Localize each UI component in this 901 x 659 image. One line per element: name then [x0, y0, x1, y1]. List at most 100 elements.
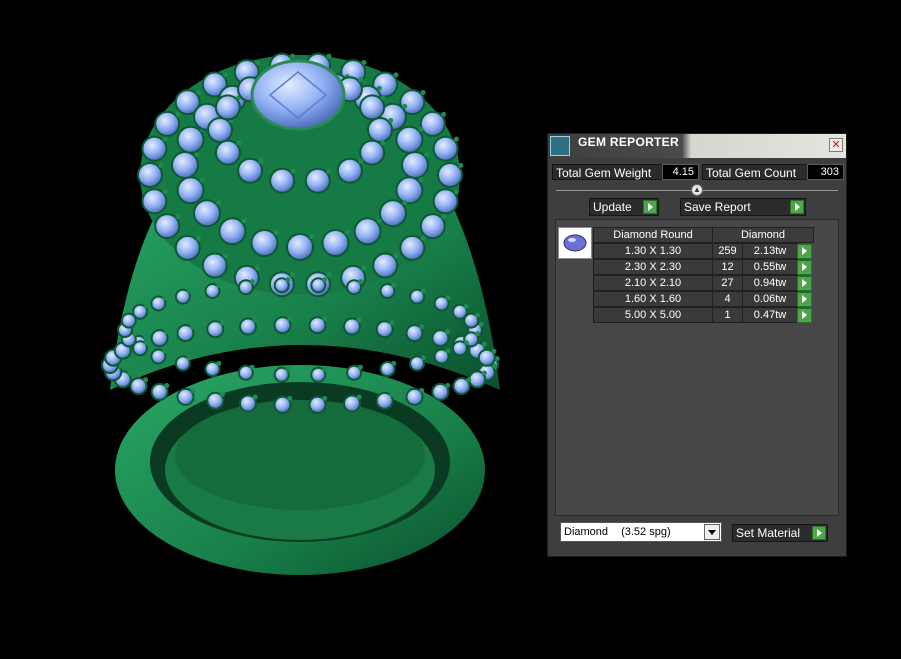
round-gem-icon[interactable]: [558, 227, 592, 259]
arrow-right-icon[interactable]: [797, 292, 812, 307]
pave-gem: [176, 125, 205, 154]
prong: [186, 355, 192, 361]
ring-render: [101, 52, 500, 575]
prong: [164, 383, 170, 388]
save-report-button[interactable]: Save Report: [680, 198, 806, 216]
gem-size-cell: 2.10 X 2.10: [593, 275, 713, 291]
material-select-name: Diamond: [564, 526, 609, 538]
prong: [162, 189, 168, 195]
pave-gem: [359, 139, 386, 166]
gem-count-cell: 1: [712, 307, 743, 323]
pave-gem: [372, 252, 399, 279]
prong: [255, 265, 261, 271]
close-icon[interactable]: ✕: [829, 138, 843, 152]
pave-gem: [176, 176, 205, 205]
prong: [290, 53, 296, 59]
pave-gem: [218, 217, 247, 246]
pave-gem: [359, 94, 386, 121]
prong: [418, 126, 424, 132]
prong: [287, 395, 293, 401]
prong: [402, 103, 408, 109]
gem-weight-cell: 0.94tw: [742, 275, 798, 291]
prong: [361, 265, 367, 271]
prong: [356, 317, 362, 323]
prong: [175, 214, 181, 219]
prong: [252, 317, 258, 323]
prong: [143, 340, 149, 346]
prong: [322, 395, 328, 401]
arrow-right-icon[interactable]: [797, 244, 812, 259]
prong: [158, 162, 164, 168]
pave-gem: [304, 167, 331, 194]
arrow-right-icon[interactable]: [797, 260, 812, 275]
arrow-right-icon[interactable]: [797, 308, 812, 323]
prong: [162, 295, 168, 301]
prong: [458, 162, 464, 168]
prong: [418, 177, 424, 183]
header-material: Diamond: [712, 227, 814, 243]
material-select[interactable]: Diamond (3.52 spg): [560, 522, 722, 542]
prong: [252, 394, 258, 400]
prong: [143, 335, 149, 340]
prong: [220, 320, 225, 326]
chevron-down-icon[interactable]: [704, 524, 720, 540]
prong: [186, 288, 192, 294]
prong: [380, 95, 386, 101]
set-material-button[interactable]: Set Material: [732, 524, 828, 542]
prong: [326, 53, 332, 59]
prong: [420, 355, 426, 361]
prong: [361, 60, 367, 65]
prong: [419, 324, 425, 330]
ring-3d-viewport[interactable]: [0, 0, 540, 659]
prong: [236, 140, 242, 146]
pave-gem: [154, 213, 181, 240]
gem-weight-cell: 2.13tw: [742, 243, 798, 259]
prong: [241, 218, 247, 224]
prong: [420, 288, 426, 294]
prong: [326, 272, 332, 278]
prong: [223, 253, 229, 259]
pave-gem: [154, 110, 181, 137]
gem-count-cell: 12: [712, 259, 743, 275]
pave-gem: [395, 176, 424, 205]
slider-knob-icon[interactable]: ▲: [691, 184, 703, 196]
prong: [420, 235, 426, 241]
update-button-label: Update: [593, 200, 632, 214]
prong: [356, 394, 362, 400]
gem-reporter-panel: GEM REPORTER ✕ Total Gem Weight 4.15 Tot…: [547, 133, 847, 557]
prong: [258, 158, 264, 164]
prong: [223, 72, 229, 78]
arrow-right-icon: [790, 200, 804, 214]
prong: [127, 370, 133, 376]
prong: [388, 117, 394, 123]
prong: [162, 136, 168, 142]
prong: [287, 316, 293, 322]
prong: [285, 366, 291, 372]
arrow-right-icon[interactable]: [797, 276, 812, 291]
prong: [216, 282, 222, 288]
update-button[interactable]: Update: [589, 198, 659, 216]
prong: [196, 90, 201, 95]
prong: [376, 218, 382, 224]
prong: [357, 279, 363, 285]
prong: [162, 348, 168, 354]
pave-gem: [401, 151, 429, 179]
gem-weight-cell: 0.06tw: [742, 291, 798, 307]
prong: [132, 331, 138, 337]
prong: [190, 388, 196, 393]
pave-gem: [214, 94, 241, 121]
title-bar[interactable]: GEM REPORTER ✕: [548, 134, 846, 158]
prong: [175, 111, 181, 117]
pave-gem: [207, 117, 233, 143]
prong: [322, 316, 328, 322]
prong: [376, 85, 382, 91]
prong: [466, 377, 472, 383]
prong: [143, 377, 149, 383]
prong: [309, 234, 315, 240]
prong: [463, 340, 469, 346]
pave-gem: [432, 135, 459, 162]
prong: [453, 136, 459, 142]
prong: [357, 364, 363, 370]
prong: [290, 272, 296, 278]
gem-report-list[interactable]: Diamond Round Diamond 1.30 X 1.30 259 2.13…: [555, 219, 839, 516]
